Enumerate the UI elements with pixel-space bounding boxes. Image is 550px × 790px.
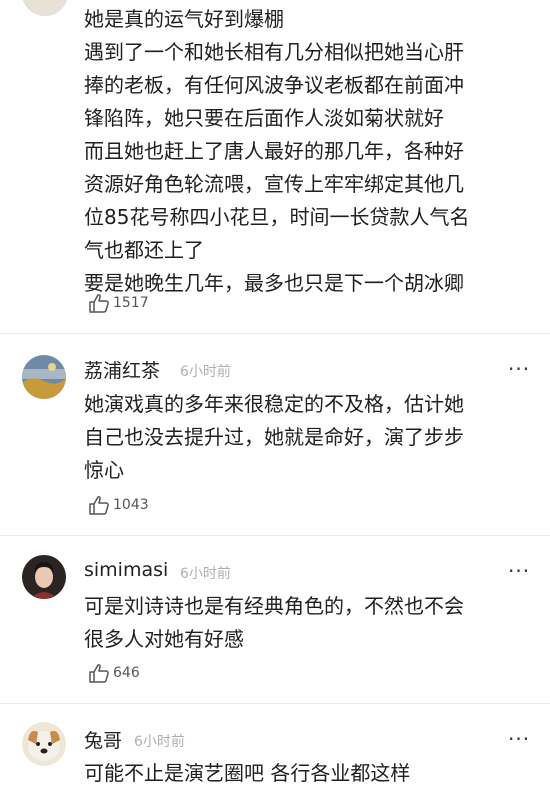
comment-3-text: 可是刘诗诗也是有经典角色的，不然也不会 很多人对她有好感: [84, 590, 534, 656]
comment-line: 可能不止是演艺圈吧 各行各业都这样: [84, 761, 411, 785]
comment-line: 锋陷阵，她只要在后面作人淡如菊状就好: [84, 106, 444, 130]
comment-2-text: 她演戏真的多年来很稳定的不及格，估计她 自己也没去提升过，她就是命好，演了步步 …: [84, 388, 534, 487]
comment-line: 捧的老板，有任何风波争议老板都在前面冲: [84, 73, 464, 97]
comment-line: 她是真的运气好到爆棚: [84, 7, 284, 31]
comment-line: 资源好角色轮流喂，宣传上牢牢绑定其他几: [84, 172, 464, 196]
more-dots-icon[interactable]: ···: [508, 359, 530, 379]
avatar-portrait-icon[interactable]: [22, 555, 66, 599]
comment-line: 自己也没去提升过，她就是命好，演了步步: [84, 425, 464, 449]
comment-line: 位85花号称四小花旦，时间一长贷款人气名: [84, 205, 470, 229]
comment-line: 而且她也赶上了唐人最好的那几年，各种好: [84, 139, 464, 163]
thumbs-up-icon: [89, 294, 109, 313]
comment-line: 气也都还上了: [84, 238, 204, 262]
more-dots-icon[interactable]: ···: [508, 729, 530, 749]
comment-line: 要是她晚生几年，最多也只是下一个胡冰卿: [84, 271, 464, 295]
divider: [0, 535, 550, 536]
comment-time: 6小时前: [180, 364, 231, 380]
like-count: 646: [113, 665, 140, 681]
like-button[interactable]: 1043: [88, 494, 149, 516]
like-button[interactable]: 1517: [88, 292, 149, 314]
like-count: 1043: [113, 497, 149, 513]
comment-line: 可是刘诗诗也是有经典角色的，不然也不会: [84, 594, 464, 618]
comment-4-text: 可能不止是演艺圈吧 各行各业都这样: [84, 757, 534, 790]
comment-time: 6小时前: [134, 734, 185, 750]
avatar-landscape-icon[interactable]: [22, 355, 66, 399]
partial-avatar-icon[interactable]: [22, 0, 68, 16]
comment-time: 6小时前: [180, 566, 231, 582]
avatar-dog-icon[interactable]: [22, 722, 66, 766]
comment-line: 遇到了一个和她长相有几分相似把她当心肝: [84, 40, 464, 64]
like-count: 1517: [113, 295, 149, 311]
thumbs-up-icon: [89, 664, 109, 683]
commenter-name[interactable]: simimasi: [84, 559, 168, 581]
comment-1-text: 她是真的运气好到爆棚 遇到了一个和她长相有几分相似把她当心肝 捧的老板，有任何风…: [84, 3, 534, 300]
thumbs-up-icon: [89, 496, 109, 515]
commenter-name[interactable]: 荔浦红茶: [84, 356, 160, 383]
comment-line: 很多人对她有好感: [84, 627, 244, 651]
comment-line: 她演戏真的多年来很稳定的不及格，估计她: [84, 392, 464, 416]
like-button[interactable]: 646: [88, 662, 140, 684]
comment-line: 惊心: [84, 458, 124, 482]
commenter-name[interactable]: 兔哥: [84, 726, 122, 753]
divider: [0, 333, 550, 334]
divider: [0, 703, 550, 704]
more-dots-icon[interactable]: ···: [508, 561, 530, 581]
